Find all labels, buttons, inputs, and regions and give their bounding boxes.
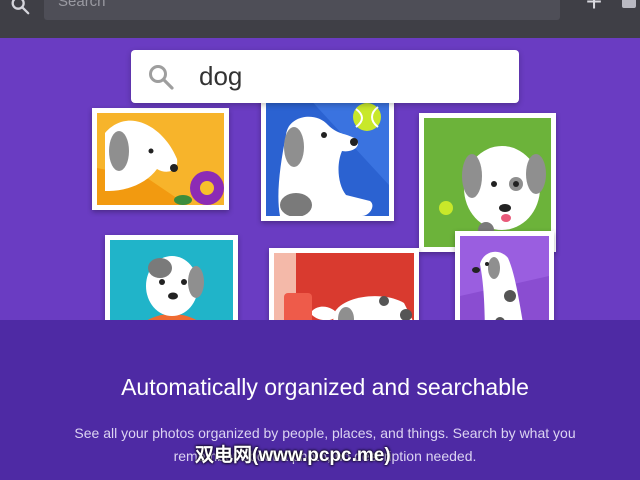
search-query-text[interactable]: dog: [199, 60, 242, 92]
search-input[interactable]: Search: [44, 0, 560, 20]
search-icon: [149, 65, 174, 90]
hero-illustration: dog: [0, 38, 640, 358]
dog-photo-image: [424, 118, 551, 247]
add-button[interactable]: +: [580, 0, 608, 16]
watermark-text: 双电网(www.pcpc.me): [195, 445, 391, 466]
dog-photo-image: [266, 95, 389, 216]
dog-photo-image: [97, 113, 224, 205]
search-query-box[interactable]: dog: [131, 50, 519, 103]
dog-photo-thumbnail: [92, 108, 229, 210]
dog-photo-thumbnail: [261, 90, 394, 221]
search-icon[interactable]: [9, 0, 31, 16]
account-icon[interactable]: [622, 0, 636, 8]
top-app-bar: Search +: [0, 0, 640, 38]
feature-headline: Automatically organized and searchable: [121, 374, 529, 400]
